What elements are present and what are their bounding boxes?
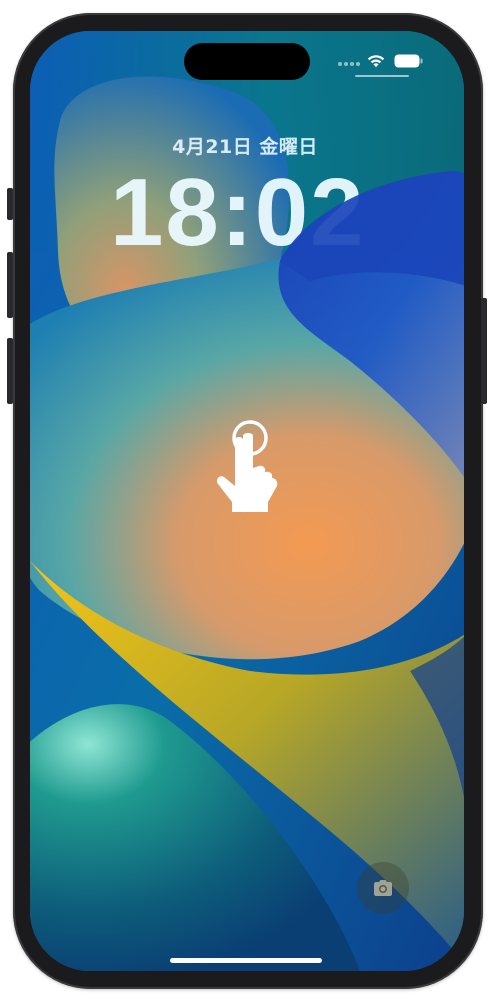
lock-screen-time[interactable]: 18:02 (110, 158, 390, 268)
camera-icon (374, 880, 392, 896)
cellular-signal-icon (338, 62, 362, 66)
volume-down-button (7, 338, 13, 404)
battery-icon (394, 54, 423, 68)
action-button (7, 188, 13, 220)
home-indicator[interactable] (170, 958, 322, 963)
lock-screen-date[interactable]: 4月21日 金曜日 (140, 132, 350, 159)
volume-up-button (7, 252, 13, 318)
status-indicator-bar (355, 75, 409, 77)
power-button (481, 298, 487, 404)
hand-tap-icon (216, 420, 278, 512)
device-stage: 4月21日 金曜日 18:02 (0, 0, 493, 1000)
camera-button[interactable] (357, 862, 409, 914)
wifi-icon (367, 55, 385, 68)
dynamic-island (184, 43, 310, 80)
